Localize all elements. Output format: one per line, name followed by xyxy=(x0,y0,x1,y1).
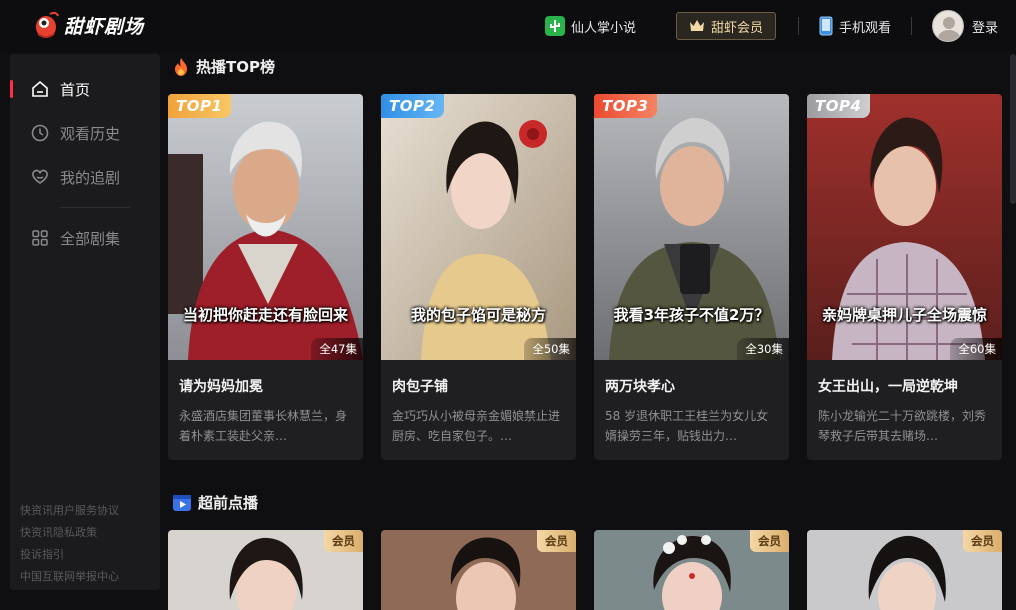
poster-caption: 我的包子馅可是秘方 xyxy=(410,306,546,324)
drama-card[interactable]: TOP2 我的包子馅可是秘方 全50集 肉包子铺 金巧巧从小被母亲金媚娘禁止进厨… xyxy=(381,94,576,460)
clock-icon xyxy=(30,123,50,143)
vip-button-label: 甜虾会员 xyxy=(710,20,763,36)
card-info: 女王出山，一局逆乾坤 陈小龙输光二十万欲跳楼，刘秀琴救子后带其去赌场… xyxy=(807,360,1002,460)
mobile-watch-label: 手机观看 xyxy=(838,20,891,36)
episode-count: 全30集 xyxy=(737,338,789,360)
top-card-row: TOP1 当初把你赶走还有脸回来 全47集 请为妈妈加冕 永盛酒店集团董事长林慧… xyxy=(168,94,1003,460)
sidebar-item-label: 观看历史 xyxy=(60,124,121,143)
drama-description: 金巧巧从小被母亲金媚娘禁止进厨房、吃自家包子。… xyxy=(392,409,561,443)
vip-badge: 会员 xyxy=(537,530,576,552)
vip-badge: 会员 xyxy=(750,530,789,552)
sidebar-item-history[interactable]: 观看历史 xyxy=(10,115,160,151)
sidebar-item-following[interactable]: 我的追剧 xyxy=(10,159,160,195)
video-play-icon xyxy=(173,494,191,511)
poster-caption: 亲妈牌桌押儿子全场震惊 xyxy=(821,306,987,324)
avatar xyxy=(931,10,964,42)
cactus-app-icon xyxy=(544,16,565,36)
top-bar: 甜虾剧场 仙人掌小说 甜虾会员 手机观看 登录 xyxy=(0,0,1016,52)
preview-card-row: 会员 会员 会员 会员 xyxy=(168,530,1003,610)
vip-badge: 会员 xyxy=(324,530,363,552)
login-button[interactable]: 登录 xyxy=(931,10,998,42)
heart-icon xyxy=(30,167,50,187)
report-center-link[interactable]: 中国互联网举报中心 xyxy=(20,566,119,588)
drama-description: 永盛酒店集团董事长林慧兰，身着朴素工装赴父亲… xyxy=(179,409,348,443)
episode-count: 全50集 xyxy=(524,338,576,360)
complaint-guide-link[interactable]: 投诉指引 xyxy=(20,544,119,566)
home-icon xyxy=(30,79,50,99)
grid-icon xyxy=(30,228,50,248)
drama-poster: TOP2 我的包子馅可是秘方 全50集 xyxy=(381,94,576,360)
drama-card[interactable]: 会员 xyxy=(807,530,1002,610)
rank-badge: TOP1 xyxy=(168,94,232,118)
sidebar-item-label: 首页 xyxy=(60,80,91,99)
fire-icon xyxy=(175,57,187,76)
sidebar-item-label: 全部剧集 xyxy=(60,229,121,248)
poster-caption: 当初把你赶走还有脸回来 xyxy=(182,306,348,324)
drama-card[interactable]: 会员 xyxy=(594,530,789,610)
episode-count: 全60集 xyxy=(950,338,1002,360)
poster-caption: 我看3年孩子不值2万？ xyxy=(613,306,770,324)
drama-poster: TOP4 亲妈牌桌押儿子全场震惊 全60集 xyxy=(807,94,1002,360)
card-info: 肉包子铺 金巧巧从小被母亲金媚娘禁止进厨房、吃自家包子。… xyxy=(381,360,576,460)
sidebar-item-all-series[interactable]: 全部剧集 xyxy=(10,220,160,256)
sidebar-item-home[interactable]: 首页 xyxy=(10,71,160,107)
sidebar: 首页 观看历史 我的追剧 全部剧集 快资讯用户服务协议 快资讯隐私政策 投诉指引… xyxy=(10,54,160,590)
card-info: 请为妈妈加冕 永盛酒店集团董事长林慧兰，身着朴素工装赴父亲… xyxy=(168,360,363,460)
drama-card[interactable]: TOP4 亲妈牌桌押儿子全场震惊 全60集 女王出山，一局逆乾坤 陈小龙输光二十… xyxy=(807,94,1002,460)
drama-title: 两万块孝心 xyxy=(605,379,675,395)
drama-title: 请为妈妈加冕 xyxy=(179,379,263,395)
shrimp-logo-icon xyxy=(32,10,60,40)
vip-badge: 会员 xyxy=(963,530,1002,552)
crown-icon xyxy=(689,20,704,31)
episode-count: 全47集 xyxy=(311,338,363,360)
drama-card[interactable]: 会员 xyxy=(381,530,576,610)
novel-link-label: 仙人掌小说 xyxy=(570,20,636,36)
drama-poster: TOP1 当初把你赶走还有脸回来 全47集 xyxy=(168,94,363,360)
privacy-policy-link[interactable]: 快资讯隐私政策 xyxy=(20,522,119,544)
divider xyxy=(60,207,130,208)
drama-description: 58 岁退休职工王桂兰为女儿女婿操劳三年，贴钱出力… xyxy=(605,409,769,443)
drama-card[interactable]: 会员 xyxy=(168,530,363,610)
section-title-top: 热播TOP榜 xyxy=(172,56,275,77)
drama-description: 陈小龙输光二十万欲跳楼，刘秀琴救子后带其去赌场… xyxy=(818,409,987,443)
vip-button[interactable]: 甜虾会员 xyxy=(675,12,776,40)
drama-card[interactable]: TOP1 当初把你赶走还有脸回来 全47集 请为妈妈加冕 永盛酒店集团董事长林慧… xyxy=(168,94,363,460)
app-logo[interactable]: 甜虾剧场 xyxy=(32,10,144,40)
card-info: 两万块孝心 58 岁退休职工王桂兰为女儿女婿操劳三年，贴钱出力… xyxy=(594,360,789,460)
section-title-label: 超前点播 xyxy=(198,494,259,512)
drama-title: 女王出山，一局逆乾坤 xyxy=(818,379,958,395)
user-agreement-link[interactable]: 快资讯用户服务协议 xyxy=(20,500,119,522)
drama-title: 肉包子铺 xyxy=(392,379,448,395)
drama-poster: TOP3 我看3年孩子不值2万？ 全30集 xyxy=(594,94,789,360)
footer-links: 快资讯用户服务协议 快资讯隐私政策 投诉指引 中国互联网举报中心 xyxy=(20,500,119,588)
scrollbar[interactable] xyxy=(1010,54,1016,204)
sidebar-item-label: 我的追剧 xyxy=(60,168,121,187)
divider xyxy=(910,17,912,35)
divider xyxy=(797,17,799,35)
rank-badge: TOP3 xyxy=(594,94,658,118)
rank-badge: TOP2 xyxy=(381,94,445,118)
rank-badge: TOP4 xyxy=(807,94,871,118)
mobile-watch-link[interactable]: 手机观看 xyxy=(819,16,891,36)
section-title-label: 热播TOP榜 xyxy=(196,58,275,76)
app-name: 甜虾剧场 xyxy=(64,15,145,38)
drama-card[interactable]: TOP3 我看3年孩子不值2万？ 全30集 两万块孝心 58 岁退休职工王桂兰为… xyxy=(594,94,789,460)
phone-icon xyxy=(819,16,833,36)
section-title-preview: 超前点播 xyxy=(172,492,258,513)
login-label: 登录 xyxy=(971,20,998,36)
novel-link[interactable]: 仙人掌小说 xyxy=(544,16,636,36)
